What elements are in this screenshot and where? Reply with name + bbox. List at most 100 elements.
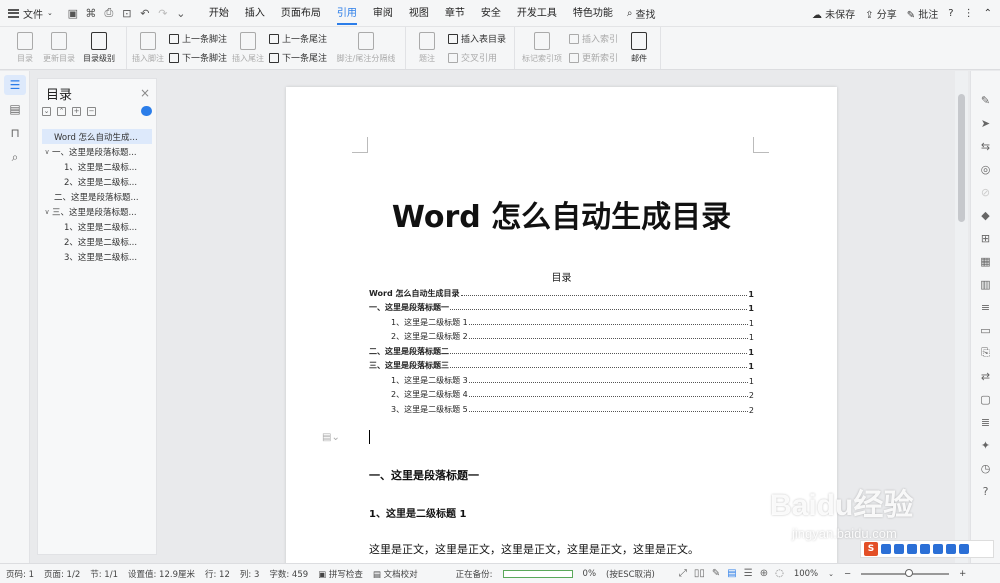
insert-index-button[interactable]: 插入索引 [569,32,618,45]
settings-icon[interactable]: ≡ [979,300,993,314]
prev-footnote-button[interactable]: 上一条脚注 [169,32,227,45]
toc-entry[interactable]: 2、这里是二级标题 2 1 [369,328,754,342]
history-icon[interactable]: ◷ [979,461,993,475]
remove-heading-icon[interactable]: − [87,106,96,116]
page-view-icon[interactable]: ▤ [727,568,736,579]
zoom-slider-knob[interactable] [905,568,914,577]
help-icon[interactable]: ? [979,484,993,498]
format-painter-icon[interactable]: ⌘ [83,5,99,21]
box-icon[interactable]: ▢ [979,392,993,406]
scrollbar-thumb[interactable] [958,94,965,222]
toc-heading[interactable]: 目录 [286,269,837,284]
insert-footnote-button[interactable]: 插入脚注 [131,27,165,69]
style-icon[interactable]: ✎ [979,93,993,107]
fill-icon[interactable]: ◆ [979,208,993,222]
toc-panel-item[interactable]: ∨ 一、这里是段落标题... [38,144,156,159]
toc-entry[interactable]: 1、这里是二级标题 1 1 [369,313,754,328]
document-icon[interactable]: ▭ [979,323,993,337]
menu-tab[interactable]: 章节 [437,0,473,27]
insert-table-toc-button[interactable]: 插入表目录 [448,32,506,45]
share-button[interactable]: ⇪ 分享 [865,6,897,21]
select-icon[interactable]: ➤ [979,116,993,130]
toc-panel-item[interactable]: 1、这里是二级标... [38,159,156,174]
menu-tab[interactable]: 审阅 [365,0,401,27]
zoom-slider[interactable] [861,568,950,577]
toc-entry[interactable]: 1、这里是二级标题 3 1 [369,371,754,386]
toc-entry[interactable]: 2、这里是二级标题 4 2 [369,386,754,400]
next-endnote-button[interactable]: 下一条尾注 [269,51,327,64]
heading-1[interactable]: 一、这里是段落标题一 [369,467,479,483]
find-icon[interactable]: ⌕ [4,147,26,167]
ime-skin-icon[interactable] [933,544,943,554]
mail-button[interactable]: 邮件 [622,27,656,69]
close-icon[interactable]: × [140,86,150,100]
mark-index-button[interactable]: 标记索引项 [519,27,565,69]
toc-panel-item[interactable]: 2、这里是二级标... [38,234,156,249]
proof-button[interactable]: ▤ 文档校对 [373,568,418,580]
share-icon[interactable]: ⎘ [979,346,993,360]
pen-icon[interactable]: ✎ [712,568,720,579]
print-preview-icon[interactable]: ⊡ [119,5,135,21]
menu-tab[interactable]: 特色功能 [565,0,621,27]
ime-punct-icon[interactable] [894,544,904,554]
redo-icon[interactable]: ↷ [155,5,171,21]
comment-button[interactable]: ✎ 批注 [907,6,939,21]
toc-panel-item[interactable]: 3、这里是二级标... [38,249,156,264]
bookmark-icon[interactable]: ⊓ [4,123,26,143]
web-view-icon[interactable]: ⊕ [760,568,768,579]
toc-entry[interactable]: 三、这里是段落标题三 1 [369,357,754,371]
caption-button[interactable]: 题注 [410,27,444,69]
zoom-menu-icon[interactable]: ⌄ [828,570,834,578]
update-index-button[interactable]: 更新索引 [569,51,618,64]
menu-tab[interactable]: 插入 [237,0,273,27]
body-text[interactable]: 这里是正文，这里是正文，这里是正文，这里是正文，这里是正文。 [369,541,699,557]
document-title[interactable]: Word 怎么自动生成目录 [286,192,837,236]
separator-button[interactable]: 脚注/尾注分隔线 [331,27,401,69]
ime-keyboard-icon[interactable] [920,544,930,554]
prev-endnote-button[interactable]: 上一条尾注 [269,32,327,45]
expand-arrow-icon[interactable]: ∨ [42,208,52,216]
spell-check-button[interactable]: ▣ 拼写检查 [318,568,363,580]
vertical-scrollbar[interactable] [955,71,968,563]
collapse-all-icon[interactable]: ⌄ [42,106,51,116]
adjust-icon[interactable]: ⇆ [979,139,993,153]
menu-tab[interactable]: 页面布局 [273,0,329,27]
print-icon[interactable]: ⎙ [101,5,117,21]
expand-all-icon[interactable]: ⌃ [57,106,66,116]
more-icon[interactable]: ⋮ [964,8,974,19]
chapter-nav-icon[interactable]: ▤ [4,99,26,119]
toc-entry[interactable]: 一、这里是段落标题一 1 [369,299,754,313]
outline-view-icon[interactable]: ☰ [744,568,753,579]
toc-level-button[interactable]: 目录级别 [76,27,122,69]
toc-nav-icon[interactable]: ☰ [4,75,26,95]
transfer-icon[interactable]: ⇄ [979,369,993,383]
compass-icon[interactable]: ✦ [979,438,993,452]
menu-tab[interactable]: 引用 [329,0,365,27]
menu-tab[interactable]: 视图 [401,0,437,27]
help-button[interactable]: ? [948,8,953,19]
add-heading-icon[interactable]: + [72,106,81,116]
ime-menu-icon[interactable] [959,544,969,554]
toc-panel-item[interactable]: Word 怎么自动生成... [42,129,152,144]
eye-care-icon[interactable]: ◌ [775,568,784,579]
update-toc-button[interactable]: 更新目录 [42,27,76,69]
ime-tool-icon[interactable] [946,544,956,554]
toc-entry[interactable]: Word 怎么自动生成目录 1 [369,284,754,299]
toc-panel-item[interactable]: ∨ 三、这里是段落标题... [38,204,156,219]
fullscreen-icon[interactable]: ⤢ [679,568,687,579]
toc-panel-item[interactable]: 2、这里是二级标... [38,174,156,189]
status-page[interactable]: 页面: 1/2 [44,568,80,580]
cross-ref-button[interactable]: 交叉引用 [448,51,506,64]
toc-entry[interactable]: 3、这里是二级标题 5 2 [369,400,754,415]
menu-tab[interactable]: 开发工具 [509,0,565,27]
unsaved-button[interactable]: ☁ 未保存 [812,6,855,21]
undo-icon[interactable]: ↶ [137,5,153,21]
menu-tab[interactable]: 开始 [201,0,237,27]
layers-icon[interactable]: ≣ [979,415,993,429]
insert-endnote-button[interactable]: 插入尾注 [231,27,265,69]
table-icon[interactable]: ⊞ [979,231,993,245]
disabled-tool-icon[interactable]: ⊘ [979,185,993,199]
next-footnote-button[interactable]: 下一条脚注 [169,51,227,64]
ime-mic-icon[interactable] [907,544,917,554]
customize-icon[interactable]: ⌄ [173,5,189,21]
